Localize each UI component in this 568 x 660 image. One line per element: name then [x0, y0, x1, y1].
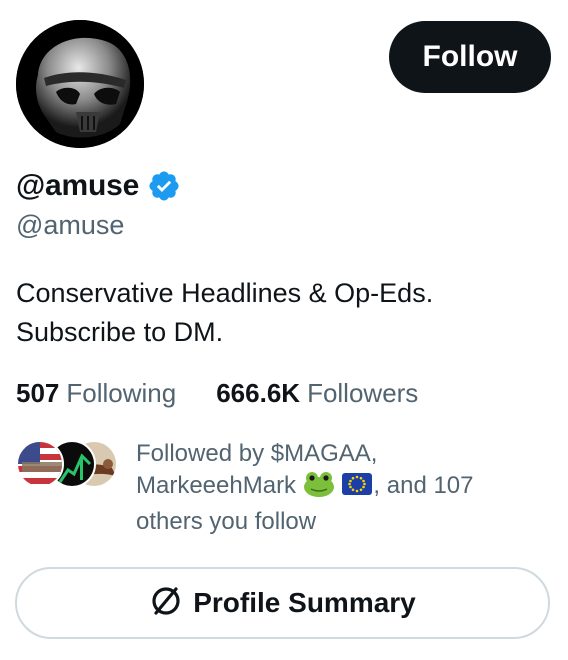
frog-emoji-icon [303, 471, 335, 506]
profile-avatar[interactable] [16, 20, 144, 148]
followed-by-line-2: MarkeeehMark , and 107 [136, 470, 536, 506]
follow-button[interactable]: Follow [389, 21, 551, 93]
follower-name: MarkeeehMark [136, 472, 297, 499]
followed-by-line-3: others you follow [136, 508, 317, 535]
no-entry-slash-icon [149, 584, 183, 623]
followers-label: Followers [307, 378, 419, 408]
followers-stat[interactable]: 666.6K Followers [216, 378, 418, 409]
followed-by-count: , and 107 [373, 472, 474, 499]
following-label: Following [66, 378, 177, 408]
bio-line: Subscribe to DM. [16, 317, 224, 347]
profile-summary-button[interactable]: Profile Summary [15, 567, 550, 639]
following-count: 507 [16, 378, 60, 408]
follower-avatar [16, 440, 64, 488]
verified-badge-icon[interactable] [147, 169, 181, 203]
display-name-row: @amuse [16, 165, 181, 207]
followers-count: 666.6K [216, 378, 301, 408]
stormtrooper-helmet-image [16, 20, 144, 148]
eu-flag-icon [341, 471, 373, 506]
display-name: @amuse [16, 169, 140, 202]
username-handle: @amuse [16, 210, 125, 240]
followed-by-avatars[interactable] [16, 440, 118, 488]
profile-summary-label: Profile Summary [193, 587, 416, 618]
bio-line: Conservative Headlines & Op-Eds. [16, 278, 434, 308]
profile-stats: 507 Following 666.6K Followers [16, 378, 418, 409]
followed-by-line-1: Followed by $MAGAA, [136, 440, 378, 467]
following-stat[interactable]: 507 Following [16, 378, 176, 409]
profile-bio: Conservative Headlines & Op-Eds. Subscri… [16, 274, 546, 352]
followed-by-text[interactable]: Followed by $MAGAA, MarkeeehMark , and 1… [136, 438, 536, 538]
